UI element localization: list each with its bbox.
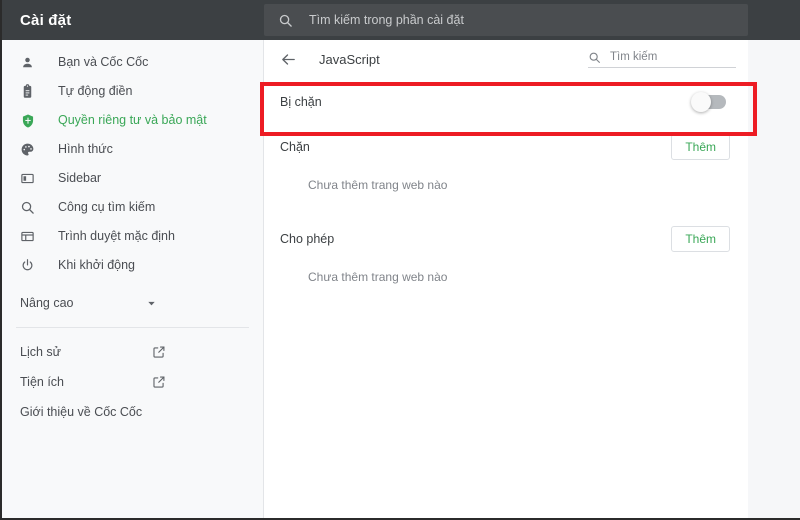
sidebar-item-label: Công cụ tìm kiếm [58,200,156,215]
sidebar-item-label: Tiện ích [20,375,65,389]
sidebar-item-label: Tự động điền [58,84,133,99]
blocked-toggle-row[interactable]: Bị chặn [264,78,748,126]
sidebar-item-label: Hình thức [58,142,113,157]
sidebar-item-on-startup[interactable]: Khi khởi động [2,251,263,280]
sidebar-item-sidebar[interactable]: Sidebar [2,164,263,193]
sidebar-item-extensions[interactable]: Tiện ích [2,367,263,397]
search-icon [20,200,42,215]
sidebar-advanced-label: Nâng cao [20,295,74,310]
sidebar-item-autofill[interactable]: Tự động điền [2,77,263,106]
palette-icon [20,142,42,157]
sidebar-item-label: Sidebar [58,171,102,186]
search-icon [588,51,601,64]
sidebar-item-label: Lịch sử [20,345,62,359]
top-bar: Cài đặt Tìm kiếm trong phần cài đặt [2,0,800,40]
blocked-toggle-switch[interactable] [691,92,726,112]
sidebar-item-about-coccoc[interactable]: Giới thiệu về Cốc Cốc [2,397,263,427]
add-block-site-button[interactable]: Thêm [671,134,730,160]
shield-icon [20,113,42,129]
section-search-input[interactable]: Tìm kiếm [588,51,736,68]
sidebar-item-advanced[interactable]: Nâng cao [2,288,263,318]
sidebar-panel-icon [20,171,42,186]
blocked-toggle-label: Bị chặn [280,95,322,109]
block-section-header: Chặn Thêm [264,126,748,168]
sidebar-item-you-and-coccoc[interactable]: Bạn và Cốc Cốc [2,48,263,77]
search-icon [278,13,293,28]
sidebar-item-history[interactable]: Lịch sử [2,337,263,367]
settings-search-placeholder: Tìm kiếm trong phần cài đặt [309,13,464,27]
add-allow-site-button[interactable]: Thêm [671,226,730,252]
sidebar-item-privacy-and-security[interactable]: Quyền riêng tư và bảo mật [2,106,263,135]
chevron-down-icon [146,298,157,309]
sidebar-item-label: Giới thiệu về Cốc Cốc [20,405,143,419]
section-search-placeholder: Tìm kiếm [610,51,658,63]
sidebar-item-appearance[interactable]: Hình thức [2,135,263,164]
external-link-icon [152,345,166,359]
sidebar-item-label: Quyền riêng tư và bảo mật [58,113,207,128]
content-area: JavaScript Tìm kiếm Bị chặn Chặn Thêm Ch… [264,40,800,518]
browser-window-icon [20,229,42,244]
person-icon [20,55,42,70]
settings-card: JavaScript Tìm kiếm Bị chặn Chặn Thêm Ch… [264,40,748,518]
sidebar: Bạn và Cốc Cốc Tự động điền Quyền riêng … [2,40,264,518]
app-title: Cài đặt [20,11,72,29]
sidebar-item-label: Bạn và Cốc Cốc [58,55,149,70]
allow-section-empty-text: Chưa thêm trang web nào [308,270,448,284]
block-section-empty-text: Chưa thêm trang web nào [308,178,448,192]
clipboard-icon [20,84,42,99]
page-title: JavaScript [319,51,380,67]
settings-window: Cài đặt Tìm kiếm trong phần cài đặt Bạn … [0,0,800,520]
sidebar-divider [16,327,249,328]
sidebar-item-label: Khi khởi động [58,258,135,273]
toggle-knob [691,92,711,112]
settings-search-input[interactable]: Tìm kiếm trong phần cài đặt [264,4,748,36]
arrow-left-icon[interactable] [280,51,297,68]
allow-section-title: Cho phép [280,232,335,246]
sidebar-item-search-engine[interactable]: Công cụ tìm kiếm [2,193,263,222]
sidebar-item-label: Trình duyệt mặc định [58,229,175,244]
page-header: JavaScript Tìm kiếm [264,40,748,78]
allow-section-header: Cho phép Thêm [264,218,748,260]
power-icon [20,258,42,273]
block-section-title: Chặn [280,140,310,154]
sidebar-item-default-browser[interactable]: Trình duyệt mặc định [2,222,263,251]
external-link-icon [152,375,166,389]
